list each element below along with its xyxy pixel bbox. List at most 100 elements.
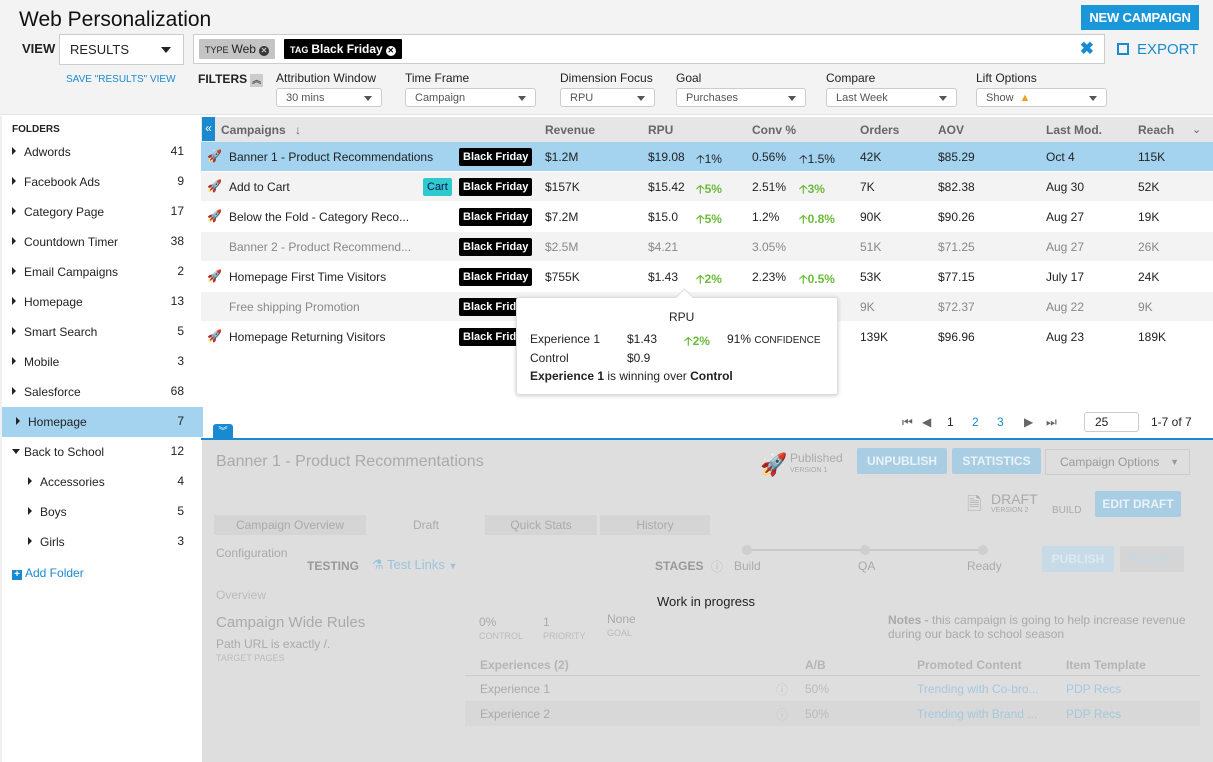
table-row[interactable]: 🚀 Homepage First Time Visitors Black Frida… (201, 262, 1213, 292)
prev-page-icon[interactable]: ◀ (922, 415, 931, 429)
unpublish-button[interactable]: UNPUBLISH (857, 448, 947, 474)
campaign-name[interactable]: Homepage First Time Visitors (229, 270, 386, 284)
export-button[interactable]: EXPORT (1117, 41, 1198, 58)
tab-campaign-overview[interactable]: Campaign Overview (214, 515, 366, 535)
campaign-name[interactable]: Banner 1 - Product Recommendations (229, 150, 433, 164)
sidebar-folder[interactable]: Countdown Timer 38 (2, 227, 203, 257)
add-folder-button[interactable]: + Add Folder (12, 566, 84, 580)
dimension-focus-select[interactable]: RPU (560, 88, 655, 107)
tab-quick-stats[interactable]: Quick Stats (485, 515, 597, 535)
column-conv[interactable]: Conv % (752, 123, 796, 137)
filter-chip-type[interactable]: TYPE Web ✕ (199, 39, 275, 59)
column-aov[interactable]: AOV (938, 123, 964, 137)
collapse-filters-icon[interactable]: ︽ (250, 74, 264, 87)
filter-chip-tag[interactable]: TAG Black Friday ✕ (284, 39, 402, 59)
sidebar-folder[interactable]: Facebook Ads 9 (2, 167, 203, 197)
sidebar-folder[interactable]: Category Page 17 (2, 197, 203, 227)
caret-right-icon[interactable] (12, 297, 16, 305)
first-page-icon[interactable]: ⏮ (902, 415, 913, 430)
info-icon[interactable]: ⓘ (776, 681, 788, 698)
revert-button[interactable]: REVERT (1120, 546, 1184, 572)
remove-chip-icon[interactable]: ✕ (258, 46, 269, 56)
test-links-dropdown[interactable]: ⚗ Test Links ▼ (372, 557, 457, 573)
last-page-icon[interactable]: ⏭ (1046, 415, 1057, 430)
compare-select[interactable]: Last Week (826, 88, 957, 107)
goal-select[interactable]: Purchases (676, 88, 806, 107)
caret-right-icon[interactable] (12, 207, 16, 215)
tag-black-friday[interactable]: Black Friday (459, 238, 533, 256)
experience-row[interactable]: Experience 2 ⓘ 50% Trending with Brand ... P… (465, 701, 1200, 726)
campaign-name[interactable]: Add to Cart (229, 180, 290, 194)
collapse-sidebar-icon[interactable]: « (202, 117, 215, 141)
column-orders[interactable]: Orders (860, 123, 899, 137)
page-3[interactable]: 3 (997, 415, 1004, 429)
tag-black-friday[interactable]: Black Friday (459, 208, 533, 226)
caret-right-icon[interactable] (12, 267, 16, 275)
campaign-name[interactable]: Banner 2 - Product Recommend... (229, 240, 411, 254)
tab-history[interactable]: History (600, 515, 710, 535)
sidebar-folder[interactable]: Adwords 41 (2, 137, 203, 167)
next-page-icon[interactable]: ▶ (1024, 415, 1033, 429)
clear-filters-icon[interactable]: ✖ (1080, 39, 1094, 59)
sidebar-folder[interactable]: Accessories 4 (2, 467, 203, 497)
publish-button[interactable]: PUBLISH (1042, 546, 1114, 572)
save-view-link[interactable]: SAVE "RESULTS" VIEW (66, 74, 176, 85)
table-row[interactable]: 🚀 Banner 1 - Product Recommendations Black… (201, 142, 1213, 172)
caret-right-icon[interactable] (12, 147, 16, 155)
filter-bar[interactable]: TYPE Web ✕ TAG Black Friday ✕ ✖ (193, 34, 1105, 64)
caret-down-icon[interactable] (12, 449, 20, 454)
table-row[interactable]: 🚀 Add to Cart Cart Black Friday $157K $15.42 🡡… (201, 172, 1213, 202)
page-size-input[interactable]: 25 (1084, 412, 1139, 432)
caret-right-icon[interactable] (28, 477, 32, 485)
caret-right-icon[interactable] (12, 387, 16, 395)
campaign-name[interactable]: Homepage Returning Visitors (229, 330, 386, 344)
caret-right-icon[interactable] (12, 327, 16, 335)
sidebar-folder[interactable]: Homepage 13 (2, 287, 203, 317)
table-row[interactable]: 🚀 Below the Fold - Category Reco... Black … (201, 202, 1213, 232)
experience-content-link[interactable]: Trending with Co-bro... (917, 682, 1039, 696)
column-reach[interactable]: Reach (1138, 123, 1174, 137)
info-icon[interactable]: ⓘ (776, 706, 788, 723)
column-campaigns[interactable]: Campaigns ↓ (221, 123, 301, 137)
sidebar-folder[interactable]: Boys 5 (2, 497, 203, 527)
time-frame-select[interactable]: Campaign (405, 88, 536, 107)
campaign-options-select[interactable]: Campaign Options ▼ (1045, 449, 1190, 475)
statistics-button[interactable]: STATISTICS (952, 448, 1041, 474)
tab-draft[interactable]: Draft (371, 515, 481, 535)
expand-panel-icon[interactable]: ︾ (213, 424, 233, 439)
sidebar-folder[interactable]: Mobile 3 (2, 347, 203, 377)
tag-black-friday[interactable]: Black Friday (459, 148, 533, 166)
attribution-window-select[interactable]: 30 mins (276, 88, 382, 107)
caret-right-icon[interactable] (12, 357, 16, 365)
campaign-name[interactable]: Below the Fold - Category Reco... (229, 210, 409, 224)
caret-right-icon[interactable] (16, 417, 20, 425)
campaign-name[interactable]: Free shipping Promotion (229, 300, 360, 314)
tag-black-friday[interactable]: Black Friday (459, 178, 533, 196)
experience-content-link[interactable]: Trending with Brand ... (917, 707, 1037, 721)
experience-template-link[interactable]: PDP Recs (1066, 707, 1121, 721)
sidebar-folder[interactable]: Smart Search 5 (2, 317, 203, 347)
page-1[interactable]: 1 (947, 415, 954, 429)
experience-template-link[interactable]: PDP Recs (1066, 682, 1121, 696)
caret-right-icon[interactable] (12, 237, 16, 245)
sidebar-folder[interactable]: Salesforce 68 (2, 377, 203, 407)
tag-cart[interactable]: Cart (423, 178, 452, 196)
table-row[interactable]: Banner 2 - Product Recommend... Black Fri… (201, 232, 1213, 262)
caret-right-icon[interactable] (12, 177, 16, 185)
column-menu-chevron-icon[interactable]: ⌄ (1192, 123, 1201, 136)
lift-options-select[interactable]: Show ▲ (976, 88, 1107, 107)
column-last-mod[interactable]: Last Mod. (1046, 123, 1102, 137)
column-rpu[interactable]: RPU (648, 123, 673, 137)
remove-chip-icon[interactable]: ✕ (385, 46, 396, 56)
sidebar-folder[interactable]: Email Campaigns 2 (2, 257, 203, 287)
sidebar-folder[interactable]: Homepage 7 (2, 407, 203, 437)
caret-right-icon[interactable] (28, 507, 32, 515)
view-select[interactable]: RESULTS (59, 34, 184, 65)
tag-black-friday[interactable]: Black Friday (459, 268, 533, 286)
new-campaign-button[interactable]: NEW CAMPAIGN (1081, 5, 1199, 30)
edit-draft-button[interactable]: EDIT DRAFT (1095, 491, 1181, 517)
experience-row[interactable]: Experience 1 ⓘ 50% Trending with Co-bro... P… (465, 676, 1200, 701)
sidebar-folder[interactable]: Back to School 12 (2, 437, 203, 467)
page-2[interactable]: 2 (972, 415, 979, 429)
sidebar-folder[interactable]: Girls 3 (2, 527, 203, 557)
